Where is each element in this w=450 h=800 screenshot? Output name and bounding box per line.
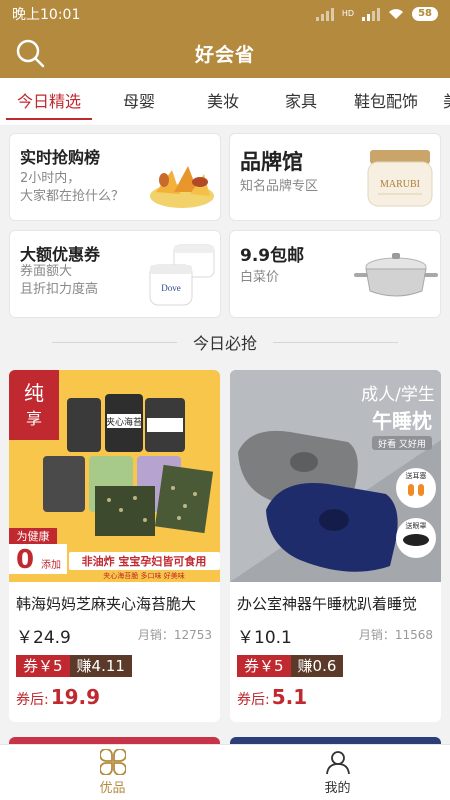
cream-jar-brand: MARUBI [380, 179, 420, 190]
dove-jar-brand: Dove [161, 283, 181, 293]
seaweed-product-image: 纯 享 夹心海苔 为健康 0 添加 非油炸 宝宝孕妇皆可食用 夹心海苔脆 多口味… [9, 370, 220, 582]
nav-item-mine[interactable]: 我的 [225, 745, 450, 800]
hot-list-title: 实时抢购榜 [20, 148, 101, 167]
seaweed-banner-sub: 夹心海苔脆 多口味 好美味 [103, 571, 184, 580]
tab-furniture[interactable]: 家具 [266, 78, 336, 125]
after-coupon-label: 券后: [16, 692, 49, 708]
earn-amount: 赚4.11 [69, 655, 132, 677]
tab-beauty[interactable]: 美妆 [180, 78, 266, 125]
big-coupon-sub1: 券面额大 [20, 264, 73, 279]
free-shipping-title: 9.9包邮 [240, 246, 305, 266]
brand-hall-sub: 知名品牌专区 [240, 179, 319, 194]
bottom-nav: 优品 我的 [0, 744, 450, 800]
dove-jars-image: Dove [149, 244, 215, 306]
status-bar: 晚上10:01 HD 58 [0, 0, 450, 28]
user-icon [325, 751, 350, 775]
after-coupon-label: 券后: [237, 692, 270, 708]
after-coupon-value: 5.1 [271, 685, 308, 709]
cream-jar-image: MARUBI [367, 150, 433, 207]
brand-hall-card[interactable]: 品牌馆 知名品牌专区 MARUBI [229, 133, 441, 221]
badge-add: 添加 [41, 558, 61, 571]
snacks-image [150, 166, 214, 208]
brand-hall-title: 品牌馆 [240, 150, 303, 174]
tab-today[interactable]: 今日精选 [0, 78, 98, 125]
can-label: 夹心海苔 [106, 416, 142, 428]
steel-pot-image [354, 253, 438, 297]
seaweed-banner: 非油炸 宝宝孕妇皆可食用 [82, 554, 207, 568]
battery-icon: 58 [412, 7, 438, 21]
svg-text:享: 享 [26, 409, 42, 428]
earn-amount: 赚0.6 [290, 655, 344, 677]
big-coupon-title: 大额优惠券 [20, 245, 101, 264]
badge-health: 为健康 [17, 529, 50, 543]
product-price: ￥10.1 [237, 628, 292, 648]
pillow-headline: 成人/学生 [361, 385, 435, 405]
coupon-amount: 券￥5 [237, 655, 291, 677]
coupon-tag: 券￥5 赚0.6 [237, 655, 344, 677]
status-icons: HD 58 [315, 7, 438, 21]
nav-label-featured: 优品 [99, 781, 126, 796]
tab-more[interactable]: 美 [436, 78, 450, 125]
category-tabs: 今日精选 母婴 美妆 家具 鞋包配饰 美 [0, 78, 450, 126]
divider-line-right [273, 341, 398, 343]
product-card-pillow[interactable]: 成人/学生 午睡枕 好看 又好用 送耳塞 送眼罩 办公室神器午睡枕趴着睡觉 ￥1… [230, 370, 441, 722]
gift-earplug-label: 送耳塞 [406, 471, 427, 480]
hot-list-sub1: 2小时内， [20, 171, 81, 186]
nav-item-featured[interactable]: 优品 [0, 745, 225, 800]
search-icon[interactable] [14, 37, 46, 69]
svg-text:纯: 纯 [24, 381, 44, 405]
pillow-headline-2: 午睡枕 [372, 409, 432, 433]
after-coupon-price: 券后: 5.1 [237, 685, 307, 709]
signal-1-icon [315, 7, 334, 21]
badge-zero: 0 [16, 545, 34, 575]
big-coupon-card[interactable]: 大额优惠券 券面额大 且折扣力度高 Dove [9, 230, 221, 318]
pillow-product-image: 成人/学生 午睡枕 好看 又好用 送耳塞 送眼罩 [230, 370, 441, 582]
product-card-seaweed[interactable]: 纯 享 夹心海苔 为健康 0 添加 非油炸 宝宝孕妇皆可食用 夹心海苔脆 多口味… [9, 370, 220, 722]
big-coupon-sub2: 且折扣力度高 [20, 282, 99, 297]
pillow-tag: 好看 又好用 [378, 438, 426, 450]
hot-list-sub2: 大家都在抢什么？ [20, 189, 125, 204]
tab-baby[interactable]: 母婴 [98, 78, 180, 125]
app-header: 好会省 [0, 28, 450, 78]
hot-list-card[interactable]: 实时抢购榜 2小时内， 大家都在抢什么？ [9, 133, 221, 221]
network-type: HD [341, 9, 355, 18]
wifi-icon [389, 9, 404, 19]
section-divider: 今日必抢 [0, 330, 450, 354]
free-shipping-card[interactable]: 9.9包邮 白菜价 [229, 230, 441, 318]
coupon-amount: 券￥5 [16, 655, 70, 677]
product-sales: 月销：11568 [358, 628, 433, 642]
after-coupon-price: 券后: 19.9 [16, 685, 100, 709]
product-name: 办公室神器午睡枕趴着睡觉 [237, 595, 418, 613]
divider-line-left [51, 341, 177, 343]
grid-flower-icon [99, 749, 126, 775]
signal-2-icon [362, 7, 381, 21]
nav-label-mine: 我的 [324, 781, 351, 796]
gift-eyemask-label: 送眼罩 [406, 521, 427, 530]
product-sales: 月销：12753 [137, 628, 212, 642]
free-shipping-sub: 白菜价 [240, 270, 280, 285]
tab-shoes-bags[interactable]: 鞋包配饰 [336, 78, 436, 125]
coupon-tag: 券￥5 赚4.11 [16, 655, 132, 677]
app-title: 好会省 [194, 43, 255, 66]
section-title: 今日必抢 [192, 334, 257, 353]
product-name: 韩海妈妈芝麻夹心海苔脆大 [16, 595, 197, 613]
product-price: ￥24.9 [16, 628, 71, 648]
after-coupon-value: 19.9 [50, 685, 101, 709]
status-time: 晚上10:01 [12, 7, 81, 23]
